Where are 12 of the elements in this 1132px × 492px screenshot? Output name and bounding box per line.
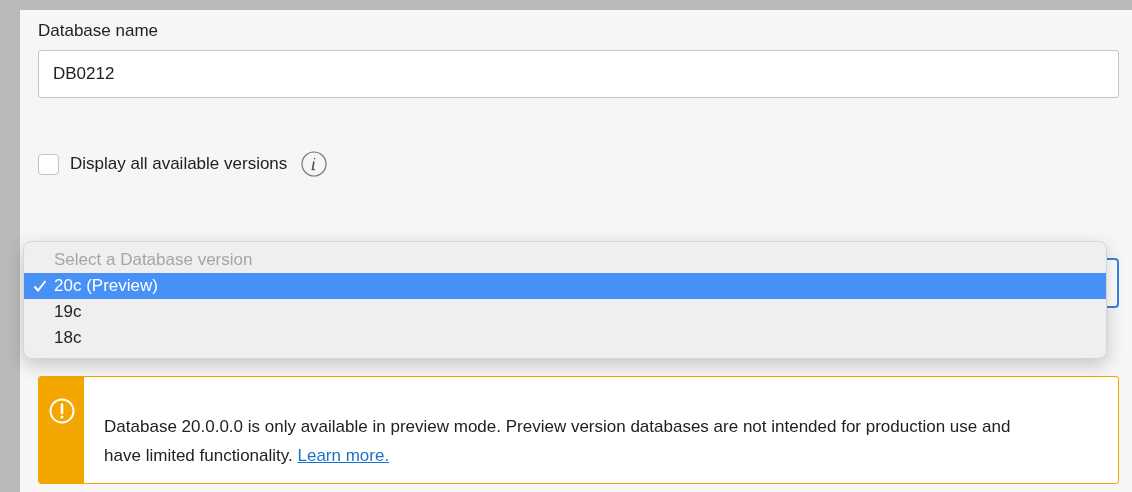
alert-message: Database 20.0.0.0 is only available in preview mode. Preview version databases are not intended for production use and have limited functionality. Learn more. bbox=[103, 416, 1012, 467]
dropdown-option[interactable]: 19c bbox=[24, 299, 1106, 325]
check-icon bbox=[33, 280, 47, 292]
dropdown-option[interactable]: 18c bbox=[24, 325, 1106, 351]
dropdown-option: Select a Database version bbox=[24, 247, 1106, 273]
checkbox-label: Display all available versions bbox=[70, 153, 288, 176]
checkbox[interactable] bbox=[38, 153, 59, 175]
warning-icon bbox=[48, 398, 75, 424]
field-label: Database name bbox=[38, 20, 160, 42]
learn-more-link[interactable]: Learn more. bbox=[297, 446, 390, 465]
info-icon[interactable] bbox=[301, 151, 328, 177]
name-input-field[interactable]: DB0212 bbox=[38, 50, 1119, 98]
